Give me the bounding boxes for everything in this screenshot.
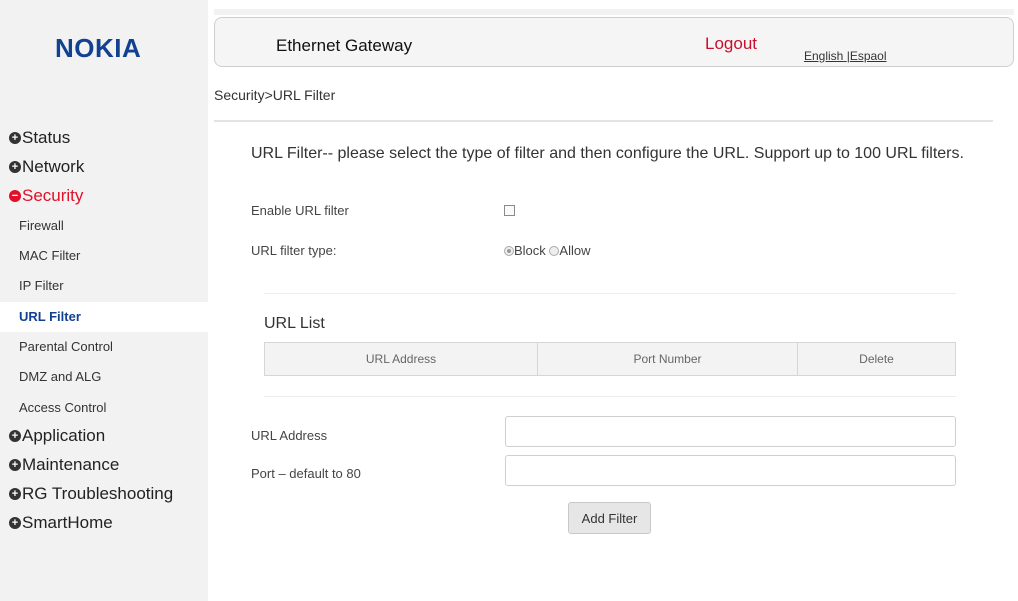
sidebar-item-network[interactable]: + Network — [9, 154, 84, 180]
table-header-port-number: Port Number — [538, 343, 798, 375]
minus-circle-icon: − — [9, 190, 21, 202]
sidebar-item-status[interactable]: + Status — [9, 125, 70, 151]
divider — [264, 293, 956, 294]
plus-circle-icon: + — [9, 488, 21, 500]
sidebar-item-url-filter[interactable]: URL Filter — [0, 302, 208, 332]
sidebar-item-application[interactable]: + Application — [9, 423, 105, 449]
allow-radio[interactable] — [549, 246, 560, 256]
sidebar-item-smarthome[interactable]: + SmartHome — [9, 510, 113, 536]
header-bar: Ethernet Gateway Logout English |Espaol — [214, 17, 1014, 67]
page-title: Ethernet Gateway — [276, 36, 413, 55]
url-address-label: URL Address — [251, 428, 328, 443]
block-radio[interactable] — [504, 246, 514, 256]
sidebar: NOKIA + Status + Network − Security Firewal… — [0, 0, 208, 601]
plus-circle-icon: + — [9, 132, 21, 144]
sidebar-item-firewall[interactable]: Firewall — [0, 211, 208, 241]
sidebar-item-label: Network — [22, 157, 85, 176]
sidebar-item-label: SmartHome — [22, 513, 113, 532]
sidebar-item-label: RG Troubleshooting — [22, 484, 174, 503]
divider — [214, 120, 993, 122]
sidebar-item-maintenance[interactable]: + Maintenance — [9, 452, 119, 478]
sidebar-item-ip-filter[interactable]: IP Filter — [0, 271, 208, 301]
sidebar-item-rg-troubleshooting[interactable]: + RG Troubleshooting — [9, 481, 173, 507]
plus-circle-icon: + — [9, 517, 21, 529]
sidebar-item-dmz-alg[interactable]: DMZ and ALG — [0, 362, 208, 392]
lang-espanol-link[interactable]: Espaol — [850, 49, 887, 63]
language-switcher: English |Espaol — [804, 49, 887, 63]
url-address-input[interactable] — [505, 416, 956, 447]
port-label: Port – default to 80 — [251, 466, 361, 481]
block-radio-label: Block — [514, 243, 546, 258]
sidebar-item-label: Maintenance — [22, 455, 120, 474]
sidebar-item-label: Status — [22, 128, 71, 147]
url-list-title: URL List — [264, 315, 325, 332]
url-filter-type-label: URL filter type: — [251, 243, 337, 258]
plus-circle-icon: + — [9, 161, 21, 173]
lang-english-link[interactable]: English — [804, 49, 843, 63]
allow-radio-label: Allow — [559, 243, 591, 258]
logo-area: NOKIA — [0, 8, 208, 78]
sidebar-item-label: Security — [22, 186, 84, 205]
plus-circle-icon: + — [9, 459, 21, 471]
table-header-url-address: URL Address — [265, 343, 538, 375]
enable-url-filter-label: Enable URL filter — [251, 203, 349, 218]
plus-circle-icon: + — [9, 430, 21, 442]
table-header-delete: Delete — [859, 352, 894, 366]
nokia-logo: NOKIA — [55, 33, 142, 63]
add-filter-button[interactable]: Add Filter — [568, 502, 651, 534]
sidebar-item-mac-filter[interactable]: MAC Filter — [0, 241, 208, 271]
divider — [264, 396, 956, 397]
header-top-strip — [214, 9, 1014, 15]
url-filter-type-group: Block Allow — [504, 243, 591, 258]
port-input[interactable] — [505, 455, 956, 486]
breadcrumb: Security>URL Filter — [214, 87, 336, 103]
sidebar-item-access-control[interactable]: Access Control — [0, 393, 208, 423]
logout-link[interactable]: Logout — [705, 34, 757, 54]
sidebar-item-label: Application — [22, 426, 106, 445]
url-list-table: URL Address Port Number Delete — [264, 342, 956, 376]
enable-url-filter-checkbox[interactable] — [504, 205, 515, 216]
sidebar-item-security[interactable]: − Security — [9, 183, 83, 209]
section-description: URL Filter-- please select the type of f… — [251, 145, 964, 162]
sidebar-item-parental-control[interactable]: Parental Control — [0, 332, 208, 362]
